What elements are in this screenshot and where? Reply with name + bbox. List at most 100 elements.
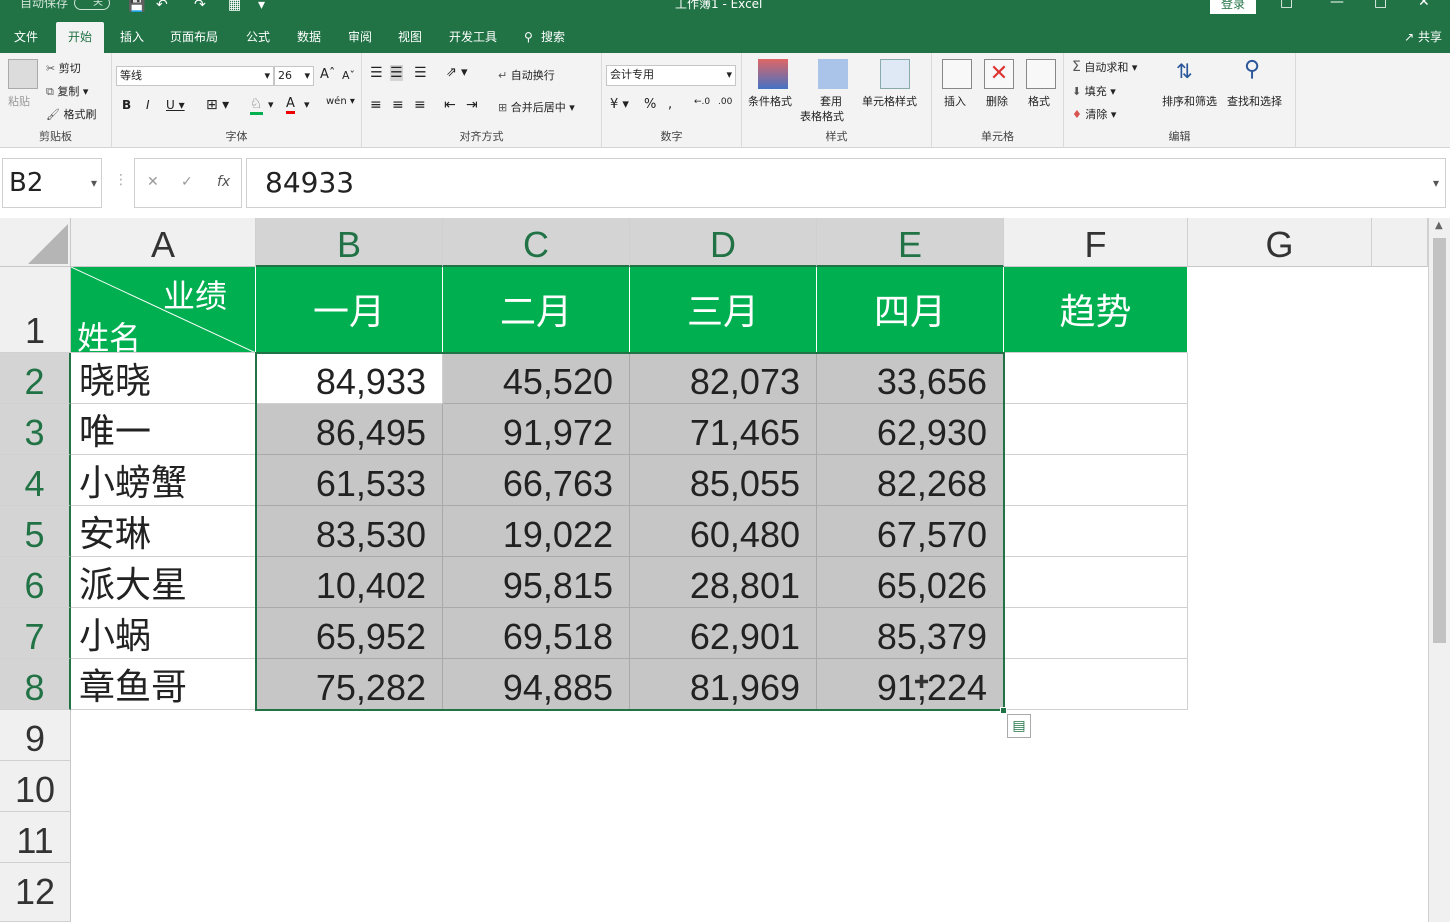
- column-header-d[interactable]: D: [630, 218, 817, 267]
- name-cell[interactable]: 章鱼哥: [71, 659, 256, 710]
- name-cell[interactable]: 安琳: [71, 506, 256, 557]
- tab-home[interactable]: 开始: [56, 22, 105, 53]
- format-painter-button[interactable]: 🖌 格式刷: [46, 106, 96, 122]
- touch-mode-icon[interactable]: ▦: [228, 0, 241, 13]
- expand-formula-icon[interactable]: ▾: [1433, 159, 1439, 207]
- row-header-8[interactable]: 8: [0, 659, 71, 710]
- trend-cell[interactable]: [1004, 506, 1188, 557]
- percent-icon[interactable]: %: [644, 97, 656, 112]
- delete-cells-icon[interactable]: ✕: [984, 59, 1014, 89]
- share-button[interactable]: ↗ 共享: [1404, 22, 1442, 52]
- cell-f1-trend[interactable]: 趋势: [1004, 267, 1188, 353]
- value-cell[interactable]: 94,885: [443, 659, 630, 710]
- align-right-icon[interactable]: ≡: [414, 97, 426, 113]
- copy-button[interactable]: ⧉ 复制 ▾: [46, 83, 88, 99]
- trend-cell[interactable]: [1004, 455, 1188, 506]
- row-header-4[interactable]: 4: [0, 455, 71, 506]
- fill-color-dropdown[interactable]: ▾: [268, 98, 274, 111]
- undo-icon[interactable]: ↶: [156, 0, 168, 13]
- tab-search[interactable]: 搜索: [541, 22, 565, 53]
- underline-icon[interactable]: U ▾: [166, 98, 185, 112]
- increase-decimal-icon[interactable]: ←.0: [694, 97, 710, 107]
- phonetic-icon[interactable]: wén ▾: [326, 96, 355, 107]
- orientation-icon[interactable]: ⇗ ▾: [446, 65, 468, 80]
- search-icon[interactable]: ⚲: [524, 22, 533, 53]
- fill-button[interactable]: ⬇ 填充 ▾: [1072, 83, 1116, 99]
- value-cell[interactable]: 85,055: [630, 455, 817, 506]
- redo-icon[interactable]: ↷: [194, 0, 206, 13]
- column-header-f[interactable]: F: [1004, 218, 1188, 267]
- column-header-a[interactable]: A: [71, 218, 256, 267]
- value-cell[interactable]: 91,972: [443, 404, 630, 455]
- name-cell[interactable]: 小蜗: [71, 608, 256, 659]
- column-header-c[interactable]: C: [443, 218, 630, 267]
- increase-font-icon[interactable]: Aˆ: [320, 67, 335, 82]
- value-cell[interactable]: 85,379: [817, 608, 1004, 659]
- login-button[interactable]: 登录: [1210, 0, 1256, 14]
- row-header-7[interactable]: 7: [0, 608, 71, 659]
- scroll-up-icon[interactable]: ▲: [1435, 220, 1443, 231]
- find-select-button[interactable]: 查找和选择: [1227, 93, 1282, 109]
- delete-cells-button[interactable]: 删除: [986, 93, 1008, 109]
- value-cell[interactable]: 28,801: [630, 557, 817, 608]
- value-cell[interactable]: 71,465: [630, 404, 817, 455]
- value-cell[interactable]: 82,073: [630, 353, 817, 404]
- row-header-1[interactable]: 1: [0, 267, 71, 353]
- value-cell[interactable]: 91,224: [817, 659, 1004, 710]
- tab-view[interactable]: 视图: [398, 22, 422, 53]
- minimize-icon[interactable]: —: [1330, 0, 1344, 10]
- name-cell[interactable]: 小螃蟹: [71, 455, 256, 506]
- autosave-toggle[interactable]: 关: [74, 0, 110, 10]
- tab-review[interactable]: 审阅: [348, 22, 372, 53]
- column-header-e[interactable]: E: [817, 218, 1004, 267]
- maximize-icon[interactable]: □: [1374, 0, 1387, 10]
- find-select-icon[interactable]: ⚲: [1244, 57, 1260, 82]
- bold-icon[interactable]: B: [122, 98, 131, 112]
- cell-e1-month[interactable]: 四月: [817, 267, 1004, 353]
- value-cell[interactable]: 19,022: [443, 506, 630, 557]
- value-cell[interactable]: 62,930: [817, 404, 1004, 455]
- format-as-table-icon[interactable]: [818, 59, 848, 89]
- align-left-icon[interactable]: ≡: [370, 97, 382, 113]
- trend-cell[interactable]: [1004, 608, 1188, 659]
- value-cell[interactable]: 69,518: [443, 608, 630, 659]
- value-cell[interactable]: 82,268: [817, 455, 1004, 506]
- paste-icon[interactable]: [8, 59, 38, 89]
- borders-icon[interactable]: ⊞ ▾: [206, 97, 229, 113]
- name-cell[interactable]: 唯一: [71, 404, 256, 455]
- insert-cells-button[interactable]: 插入: [944, 93, 966, 109]
- decrease-decimal-icon[interactable]: .00: [718, 97, 732, 107]
- cell-styles-icon[interactable]: [880, 59, 910, 89]
- clear-button[interactable]: ♦ 清除 ▾: [1072, 106, 1116, 122]
- value-cell[interactable]: 65,026: [817, 557, 1004, 608]
- fill-color-icon[interactable]: ♘: [250, 96, 263, 115]
- trend-cell[interactable]: [1004, 353, 1188, 404]
- conditional-format-button[interactable]: 条件格式: [748, 93, 792, 109]
- align-bottom-icon[interactable]: ☰: [414, 65, 427, 81]
- fill-handle[interactable]: [1000, 707, 1007, 714]
- cell-a1-diagonal-header[interactable]: 业绩 姓名: [71, 267, 256, 353]
- name-box[interactable]: B2 ▾: [2, 158, 102, 208]
- row-header-11[interactable]: 11: [0, 812, 71, 863]
- value-cell[interactable]: 81,969: [630, 659, 817, 710]
- font-name-select[interactable]: 等线 ▾: [116, 66, 274, 86]
- value-cell[interactable]: 60,480: [630, 506, 817, 557]
- value-cell[interactable]: 95,815: [443, 557, 630, 608]
- row-header-12[interactable]: 12: [0, 863, 71, 922]
- scroll-thumb[interactable]: [1433, 238, 1446, 643]
- format-as-table-button-line2[interactable]: 表格格式: [800, 108, 844, 124]
- font-size-select[interactable]: 26 ▾: [274, 66, 314, 86]
- merge-center-button[interactable]: ⊞ 合并后居中 ▾: [498, 99, 575, 115]
- decrease-font-icon[interactable]: Aˇ: [342, 69, 355, 82]
- vertical-scrollbar[interactable]: ▲: [1428, 218, 1450, 922]
- value-cell[interactable]: 75,282: [256, 659, 443, 710]
- save-icon[interactable]: 💾: [128, 0, 145, 13]
- value-cell[interactable]: 86,495: [256, 404, 443, 455]
- value-cell[interactable]: 10,402: [256, 557, 443, 608]
- enter-icon[interactable]: ✓: [181, 174, 193, 190]
- value-cell[interactable]: 66,763: [443, 455, 630, 506]
- cut-button[interactable]: ✂ 剪切: [46, 60, 81, 76]
- tab-data[interactable]: 数据: [297, 22, 321, 53]
- row-header-5[interactable]: 5: [0, 506, 71, 557]
- active-cell[interactable]: 84,933: [256, 353, 443, 404]
